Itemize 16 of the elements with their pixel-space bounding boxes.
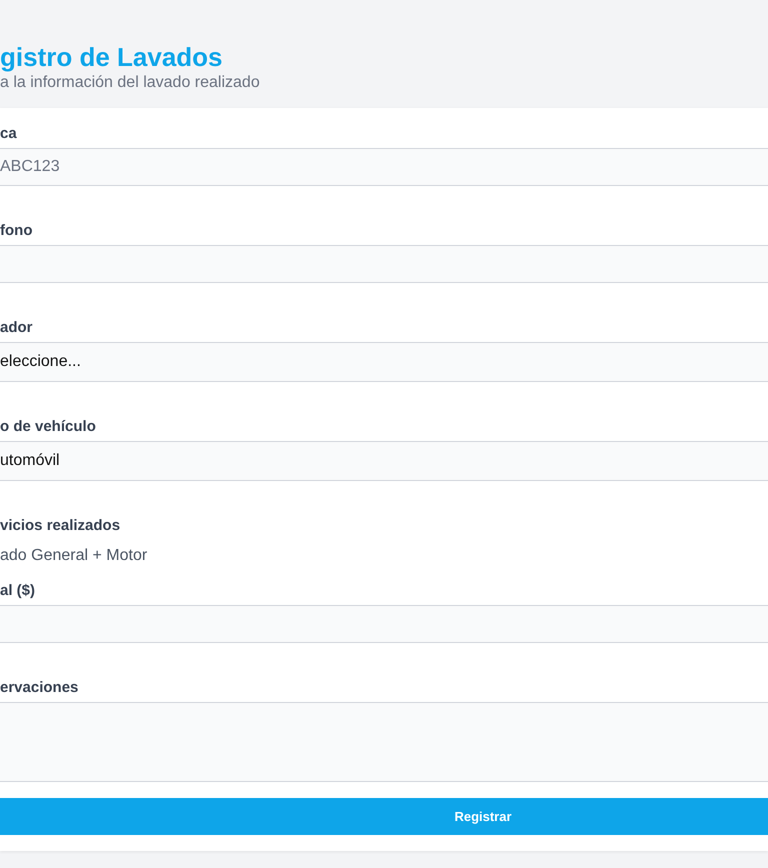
select-field[interactable]: eleccione... — [0, 342, 768, 382]
input-field[interactable]: ABC123 — [0, 148, 768, 186]
field-label: o de vehículo — [0, 418, 97, 436]
field-label: ca — [0, 125, 18, 143]
field-label: fono — [0, 222, 34, 240]
services-text: ado General + Motor — [0, 546, 148, 566]
input-field[interactable] — [0, 605, 768, 643]
select-field[interactable]: utomóvil — [0, 441, 768, 481]
field-label: ervaciones — [0, 679, 80, 697]
field-label: ador — [0, 319, 34, 337]
field-label: al ($) — [0, 582, 36, 600]
field-label: vicios realizados — [0, 517, 122, 535]
textarea-field[interactable] — [0, 702, 768, 782]
page-title: gistro de Lavados — [0, 41, 224, 73]
input-field[interactable] — [0, 245, 768, 283]
page-subtitle: a la información del lavado realizado — [0, 73, 261, 93]
